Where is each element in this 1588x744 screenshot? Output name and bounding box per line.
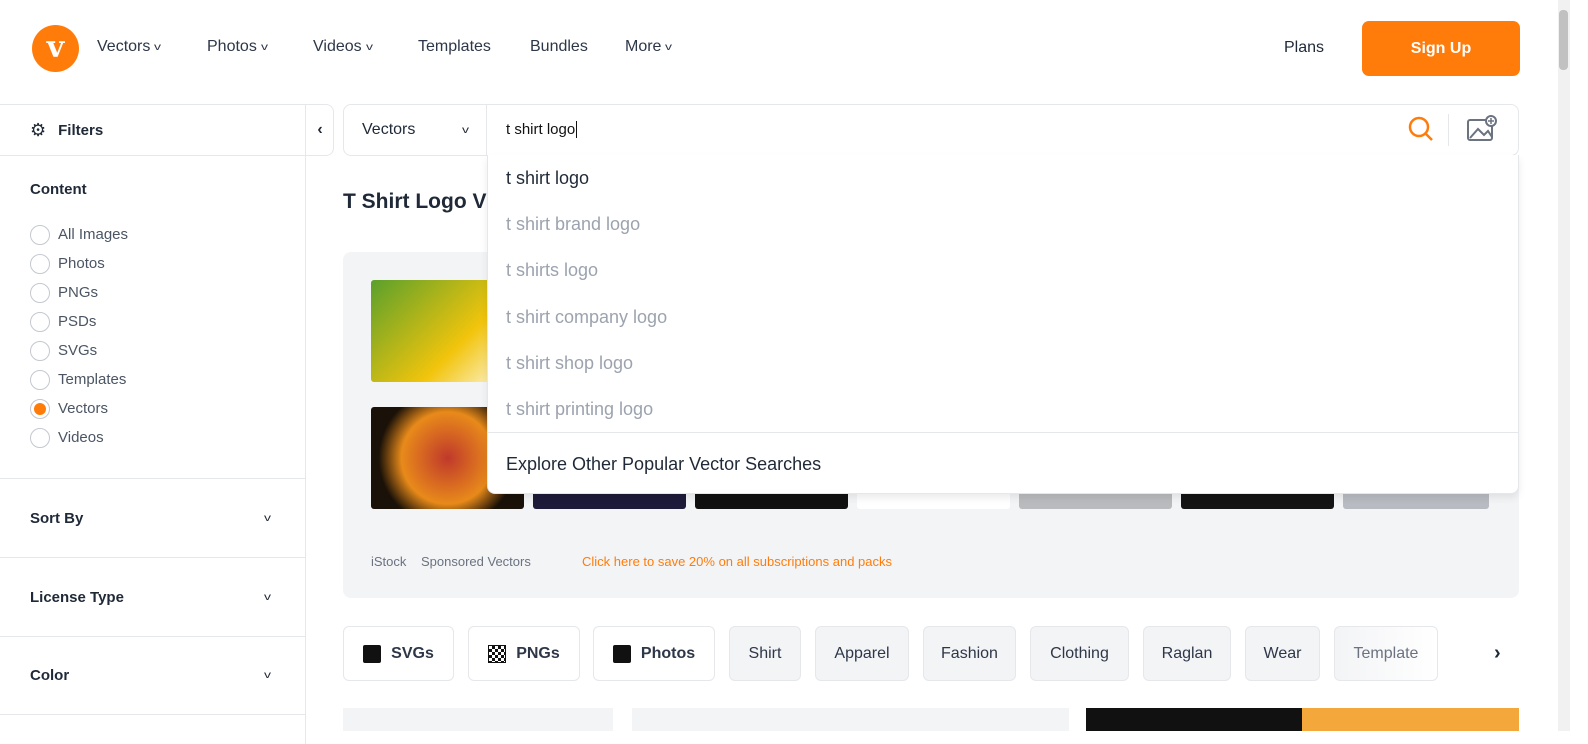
radio-all-images[interactable]: All Images [30,220,128,249]
nav-label: Videos [313,38,362,55]
nav-bundles[interactable]: Bundles [530,38,588,56]
chip-raglan[interactable]: Raglan [1143,626,1231,681]
nav-more[interactable]: More v [625,38,673,56]
collapse-sidebar-button[interactable]: ‹ [305,104,334,156]
content-options: All Images Photos PNGs PSDs SVGs Templat… [30,220,128,452]
nav-label: Vectors [97,38,151,55]
nav-label: Photos [207,38,257,55]
explore-popular-link[interactable]: Explore Other Popular Vector Searches [506,454,821,475]
nav-vectors[interactable]: Vectors v [97,38,162,56]
chip-clothing[interactable]: Clothing [1030,626,1129,681]
checker-icon [488,644,507,663]
radio-videos[interactable]: Videos [30,423,128,452]
scrollbar-thumb[interactable] [1559,10,1568,70]
result-card[interactable] [343,708,613,731]
svg-icon [363,644,382,663]
chip-pngs[interactable]: PNGs [468,626,580,681]
chip-fashion[interactable]: Fashion [923,626,1016,681]
chip-template[interactable]: Template [1334,626,1438,681]
chip-shirt[interactable]: Shirt [729,626,801,681]
chips-next-arrow[interactable]: › [1494,642,1501,665]
suggestion-item[interactable]: t shirt brand logo [506,214,640,235]
chevron-down-icon: v [260,41,268,53]
search-suggestions: t shirt logo t shirt brand logo t shirts… [487,155,1519,494]
photo-icon [612,644,631,663]
result-card[interactable] [632,708,1069,731]
istock-label: iStock [371,554,407,569]
license-type-accordion[interactable]: License Type v [0,557,306,636]
filters-toggle[interactable]: ⚙ Filters [30,120,103,141]
content-title: Content [30,181,87,198]
chevron-down-icon: v [365,41,373,53]
radio-psds[interactable]: PSDs [30,307,128,336]
sign-up-button[interactable]: Sign Up [1362,21,1520,76]
chip-apparel[interactable]: Apparel [815,626,909,681]
promo-link[interactable]: Click here to save 20% on all subscripti… [582,554,892,569]
asset-type-select[interactable]: Vectors v [344,105,487,155]
chip-photos[interactable]: Photos [593,626,715,681]
chevron-down-icon: v [665,41,673,53]
vecteezy-logo[interactable]: v [32,25,79,72]
search-icon[interactable] [1406,114,1436,144]
chevron-down-icon: v [154,41,162,53]
chevron-down-icon: v [462,124,469,136]
nav-templates[interactable]: Templates [418,38,491,56]
radio-photos[interactable]: Photos [30,249,128,278]
result-card[interactable] [1086,708,1302,731]
nav-videos[interactable]: Videos v [313,38,373,56]
sponsored-label: Sponsored Vectors [421,554,531,569]
suggestion-item[interactable]: t shirt printing logo [506,399,653,420]
chevron-left-icon: ‹ [317,121,323,138]
image-search-icon[interactable] [1466,114,1498,147]
suggestion-item[interactable]: t shirt shop logo [506,353,633,374]
radio-svgs[interactable]: SVGs [30,336,128,365]
filters-title: Filters [58,122,104,139]
page-title: T Shirt Logo V [343,190,487,213]
color-accordion[interactable]: Color v [0,636,306,715]
chevron-down-icon: v [264,512,271,524]
result-card[interactable] [1302,708,1519,731]
radio-templates[interactable]: Templates [30,365,128,394]
nav-label: Templates [418,38,491,55]
plans-link[interactable]: Plans [1284,39,1324,57]
nav-label: More [625,38,662,55]
suggestion-item[interactable]: t shirt company logo [506,307,667,328]
radio-pngs[interactable]: PNGs [30,278,128,307]
sliders-icon: ⚙ [30,120,47,140]
search-input[interactable]: t shirt logo [506,121,578,138]
nav-photos[interactable]: Photos v [207,38,268,56]
chip-svgs[interactable]: SVGs [343,626,454,681]
suggestion-item[interactable]: t shirts logo [506,260,598,281]
suggestion-item[interactable]: t shirt logo [506,168,589,189]
nav-label: Bundles [530,38,588,55]
chip-wear[interactable]: Wear [1245,626,1320,681]
chevron-down-icon: v [264,670,271,681]
sort-by-accordion[interactable]: Sort By v [0,478,306,557]
radio-vectors[interactable]: Vectors [30,394,128,423]
scrollbar[interactable] [1558,0,1570,731]
chevron-down-icon: v [264,591,271,603]
